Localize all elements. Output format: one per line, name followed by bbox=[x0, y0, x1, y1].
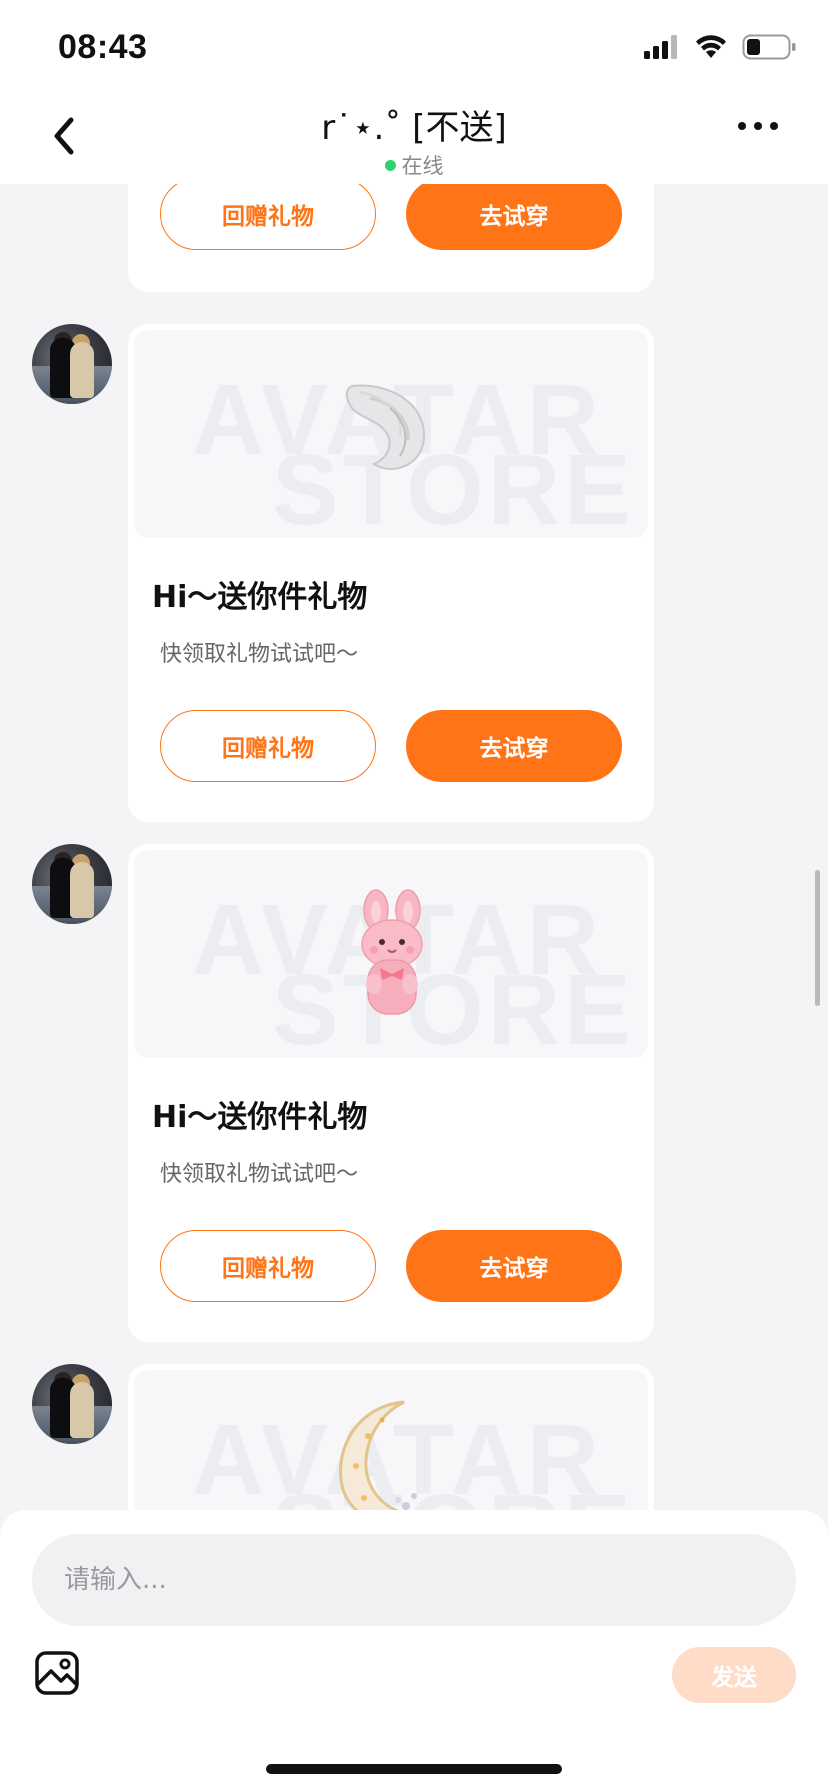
gift-subtitle: 快领取礼物试试吧～ bbox=[160, 642, 359, 667]
gift-image: AVATAR STORE bbox=[134, 850, 648, 1058]
gift-card[interactable]: AVATAR STORE bbox=[128, 844, 654, 1342]
try-on-button[interactable]: 去试穿 bbox=[406, 1230, 622, 1302]
home-indicator[interactable] bbox=[266, 1764, 562, 1774]
nav-bar: r˙⋆.˚ [不送] 在线 bbox=[0, 92, 828, 184]
return-gift-button[interactable]: 回赠礼物 bbox=[160, 184, 376, 250]
gift-card[interactable]: AVATAR STORE Hi～送你件礼物 快领取礼物试试吧～ 回赠礼物 去试穿 bbox=[128, 324, 654, 822]
avatar[interactable] bbox=[32, 1364, 112, 1444]
scrollbar[interactable] bbox=[815, 870, 820, 1006]
white-fluffy-tail-icon bbox=[345, 384, 426, 470]
gift-card-actions: 回赠礼物 去试穿 bbox=[160, 184, 622, 250]
avatar[interactable] bbox=[32, 844, 112, 924]
wifi-icon bbox=[696, 35, 726, 58]
gift-title: Hi～送你件礼物 bbox=[152, 580, 368, 615]
battery-icon bbox=[742, 34, 796, 60]
image-picker-button[interactable] bbox=[34, 1650, 84, 1700]
message-input[interactable] bbox=[32, 1534, 796, 1626]
watermark-text: STORE bbox=[272, 1480, 635, 1510]
cellular-signal-icon bbox=[644, 35, 677, 59]
crescent-moon-ornament-icon bbox=[339, 1400, 417, 1510]
status-icons bbox=[644, 34, 798, 60]
chat-screen: 08:43 r˙⋆.˚ [不送] 在线 回赠礼物 去试穿 STORE Hi～送你… bbox=[0, 0, 828, 1792]
return-gift-button[interactable]: 回赠礼物 bbox=[160, 710, 376, 782]
send-button[interactable]: 发送 bbox=[672, 1647, 796, 1703]
status-time: 08:43 bbox=[58, 28, 148, 66]
chat-title: r˙⋆.˚ [不送] bbox=[321, 108, 507, 148]
gift-title: Hi～送你件礼物 bbox=[152, 1100, 368, 1135]
gift-card[interactable]: AVATAR STORE bbox=[128, 1364, 654, 1510]
try-on-button[interactable]: 去试穿 bbox=[406, 184, 622, 250]
gift-image: AVATAR STORE bbox=[134, 1370, 648, 1510]
gift-subtitle: 快领取礼物试试吧～ bbox=[160, 1162, 359, 1187]
gift-card-actions: 回赠礼物 去试穿 bbox=[160, 1230, 654, 1302]
try-on-button[interactable]: 去试穿 bbox=[406, 710, 622, 782]
status-bar: 08:43 bbox=[0, 0, 828, 92]
more-dots-icon[interactable] bbox=[738, 122, 778, 130]
avatar[interactable] bbox=[32, 324, 112, 404]
watermark-text: STORE bbox=[272, 954, 635, 1058]
gift-image: AVATAR STORE bbox=[134, 330, 648, 538]
online-status: 在线 bbox=[0, 150, 828, 180]
composer: 发送 bbox=[0, 1510, 828, 1792]
watermark-text: STORE bbox=[272, 434, 635, 538]
message-list[interactable]: 回赠礼物 去试穿 AVATAR STORE bbox=[0, 184, 828, 1510]
online-dot bbox=[384, 160, 396, 171]
gift-card: 回赠礼物 去试穿 bbox=[128, 184, 654, 292]
return-gift-button[interactable]: 回赠礼物 bbox=[160, 1230, 376, 1302]
gift-card-actions: 回赠礼物 去试穿 bbox=[160, 710, 654, 782]
online-status-label: 在线 bbox=[401, 154, 444, 178]
image-picker-icon bbox=[35, 1651, 79, 1695]
pink-bunny-plush-icon bbox=[361, 889, 423, 1015]
